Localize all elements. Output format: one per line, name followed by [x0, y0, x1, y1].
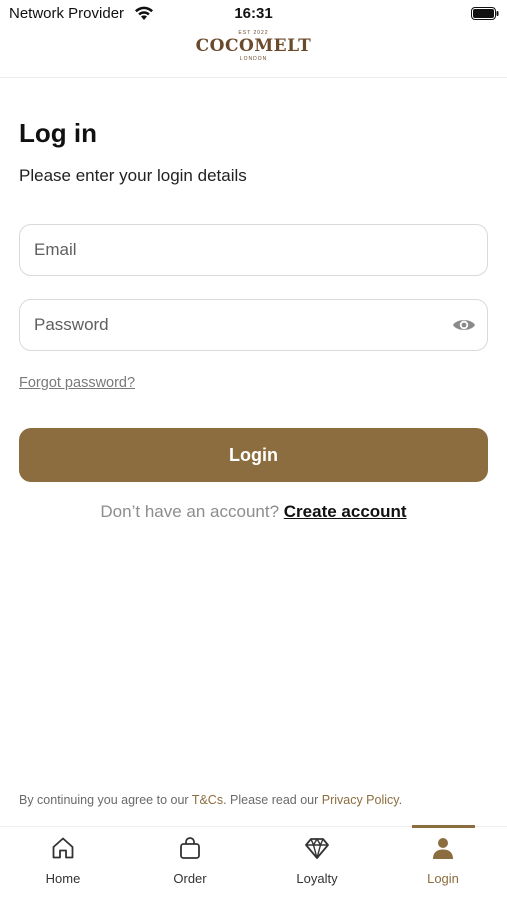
legal-prefix: By continuing you agree to our	[19, 793, 192, 807]
status-time: 16:31	[234, 5, 273, 22]
signup-prompt: Don’t have an account?	[100, 502, 280, 521]
active-tab-indicator	[412, 825, 475, 828]
logo-city: LONDON	[239, 56, 268, 62]
privacy-policy-link[interactable]: Privacy Policy	[322, 793, 399, 807]
battery-icon	[471, 7, 499, 20]
tab-login-label: Login	[427, 871, 459, 886]
bag-icon	[180, 837, 200, 859]
email-input[interactable]	[34, 225, 434, 275]
terms-link[interactable]: T&Cs	[192, 793, 223, 807]
brand-logo[interactable]: EST 2022 COCOMELT LONDON	[0, 30, 507, 62]
signup-row: Don’t have an account? Create account	[0, 502, 507, 522]
password-field	[19, 299, 488, 351]
login-screen: Network Provider 16:31 EST 2022 COCOMELT…	[0, 0, 507, 900]
legal-notice: By continuing you agree to our T&Cs. Ple…	[19, 793, 402, 807]
page-subtitle: Please enter your login details	[19, 166, 247, 185]
person-icon	[433, 838, 453, 859]
logo-wordmark: COCOMELT	[195, 36, 312, 56]
tab-login[interactable]: Login	[380, 825, 506, 900]
password-input[interactable]	[34, 300, 434, 350]
login-button[interactable]: Login	[19, 428, 488, 482]
tab-order-label: Order	[173, 871, 207, 886]
bottom-tab-bar: Home Order Loyalty Login	[0, 825, 507, 900]
show-password-icon[interactable]	[452, 316, 476, 334]
home-icon	[52, 837, 74, 859]
tab-loyalty[interactable]: Loyalty	[254, 827, 380, 900]
app-header: EST 2022 COCOMELT LONDON	[0, 28, 507, 78]
forgot-password-link[interactable]: Forgot password?	[19, 375, 135, 391]
tab-loyalty-label: Loyalty	[296, 871, 338, 886]
tab-order[interactable]: Order	[127, 827, 253, 900]
legal-middle: . Please read our	[223, 793, 322, 807]
diamond-icon	[305, 838, 329, 859]
email-field	[19, 224, 488, 276]
page-title: Log in	[19, 118, 97, 148]
tab-home-label: Home	[45, 871, 81, 886]
status-bar: Network Provider 16:31	[0, 0, 507, 28]
create-account-link[interactable]: Create account	[284, 502, 407, 521]
tab-home[interactable]: Home	[0, 827, 126, 900]
legal-suffix: .	[398, 793, 403, 807]
